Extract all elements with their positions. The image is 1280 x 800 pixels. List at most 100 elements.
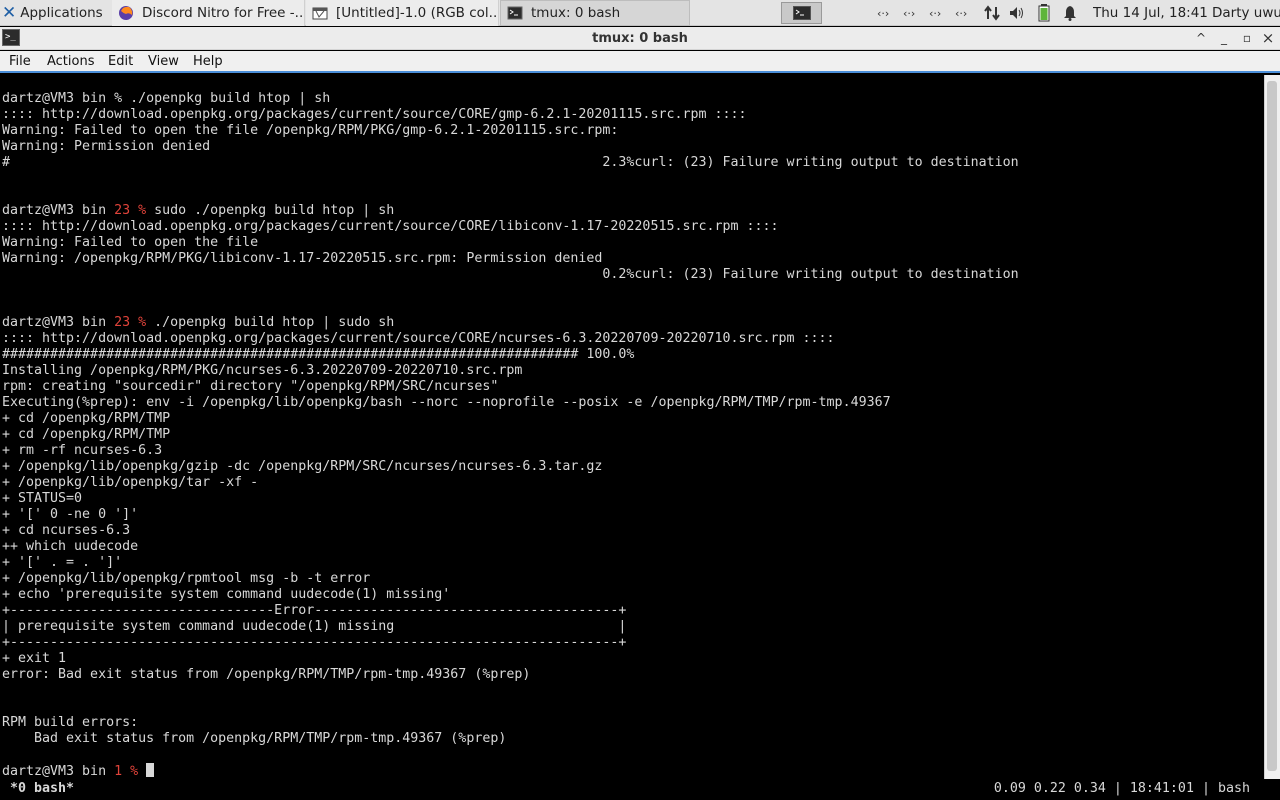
terminal-line: error: Bad exit status from /openpkg/RPM… [2,667,1019,683]
terminal-icon [507,6,523,20]
terminal-text: :::: http://download.openpkg.org/package… [2,107,747,122]
terminal-cursor [146,763,155,777]
scrollbar[interactable] [1264,75,1280,779]
terminal-text: Warning: Permission denied [2,139,211,154]
terminal-line: + /openpkg/lib/openpkg/rpmtool msg -b -t… [2,571,1019,587]
terminal-output[interactable]: dartz@VM3 bin % ./openpkg build htop | s… [0,75,1264,779]
terminal-line: + STATUS=0 [2,491,1019,507]
applications-label: Applications [20,5,103,21]
terminal-text: Executing(%prep): env -i /openpkg/lib/op… [2,395,891,410]
taskbar-item-label: tmux: 0 bash [531,5,621,21]
user-menu[interactable]: Darty uwu [1212,0,1280,26]
xfce-logo-icon: ✕ [2,3,17,23]
volume-icon[interactable] [1009,0,1025,26]
network-icon[interactable]: ‹·› [955,0,967,26]
clock[interactable]: Thu 14 Jul, 18:41 [1093,0,1208,26]
terminal-line: + /openpkg/lib/openpkg/tar -xf - [2,475,1019,491]
terminal-line: Warning: Failed to open the file [2,235,1019,251]
terminal-text: Warning: /openpkg/RPM/PKG/libiconv-1.17-… [2,251,603,266]
terminal-line: + cd /openpkg/RPM/TMP [2,411,1019,427]
terminal-line: Executing(%prep): env -i /openpkg/lib/op… [2,395,1019,411]
prompt-exit-status: 23 % [114,203,147,218]
terminal-line: + cd /openpkg/RPM/TMP [2,427,1019,443]
terminal-text: # 2.3%curl: (23) Failure writing output … [2,155,1019,170]
taskbar-item-tmux[interactable]: tmux: 0 bash [500,0,690,26]
menu-actions[interactable]: Actions [47,51,95,72]
terminal-text: + cd /openpkg/RPM/TMP [2,427,171,442]
window-title: tmux: 0 bash [592,31,688,46]
network-icon[interactable]: ‹·› [929,0,941,26]
terminal-line: + /openpkg/lib/openpkg/gzip -dc /openpkg… [2,459,1019,475]
terminal-lines: dartz@VM3 bin % ./openpkg build htop | s… [2,91,1019,779]
workspace-switcher[interactable] [781,2,822,24]
terminal-text: Bad exit status from /openpkg/RPM/TMP/rp… [2,731,507,746]
shade-button[interactable]: ^ [1191,27,1211,50]
notification-bell-icon[interactable] [1063,0,1077,26]
terminal-line: + cd ncurses-6.3 [2,523,1019,539]
tmux-window-list[interactable]: *0 bash* [10,779,74,798]
terminal-text: rpm: creating "sourcedir" directory "/op… [2,379,499,394]
menu-file[interactable]: File [9,51,31,72]
menubar: File Actions Edit View Help [0,51,1280,73]
terminal-line: :::: http://download.openpkg.org/package… [2,107,1019,123]
network-icon[interactable]: ‹·› [903,0,915,26]
battery-icon[interactable] [1038,0,1050,26]
menu-edit[interactable]: Edit [108,51,133,72]
terminal-text: dartz@VM3 bin [2,203,115,218]
terminal-text: + /openpkg/lib/openpkg/rpmtool msg -b -t… [2,571,371,586]
terminal-line: + echo 'prerequisite system command uude… [2,587,1019,603]
terminal-line: + '[' 0 -ne 0 ']' [2,507,1019,523]
terminal-line: RPM build errors: [2,715,1019,731]
terminal-text: + /openpkg/lib/openpkg/gzip -dc /openpkg… [2,459,603,474]
terminal-icon [792,6,811,20]
gimp-icon [312,7,328,20]
terminal-line: 0.2%curl: (23) Failure writing output to… [2,267,1019,283]
terminal-text: +---------------------------------Error-… [2,603,627,618]
minimize-button[interactable]: _ [1214,27,1234,50]
terminal-text: ++ which uudecode [2,539,139,554]
top-panel: ✕ Applications Discord Nitro for Free -.… [0,0,1280,26]
taskbar-item-discord[interactable]: Discord Nitro for Free -... [112,0,305,26]
maximize-button[interactable]: ▫ [1237,27,1257,50]
menu-view[interactable]: View [148,51,179,72]
menu-help[interactable]: Help [193,51,223,72]
terminal-text: + cd /openpkg/RPM/TMP [2,411,171,426]
terminal-text: :::: http://download.openpkg.org/package… [2,331,835,346]
terminal-line: Warning: /openpkg/RPM/PKG/libiconv-1.17-… [2,251,1019,267]
terminal-text: dartz@VM3 bin % ./openpkg build htop | s… [2,91,331,106]
terminal-line: Warning: Failed to open the file /openpk… [2,123,1019,139]
taskbar-item-label: [Untitled]-1.0 (RGB col... [336,5,499,21]
network-transfer-icon[interactable] [983,0,1001,26]
window-titlebar[interactable]: >_ tmux: 0 bash ^ _ ▫ × [0,27,1280,50]
terminal-line: Warning: Permission denied [2,139,1019,155]
terminal-text: 0.2%curl: (23) Failure writing output to… [2,267,1019,282]
applications-menu-button[interactable]: ✕ Applications [2,0,110,26]
terminal-line: Bad exit status from /openpkg/RPM/TMP/rp… [2,731,1019,747]
terminal-text: Warning: Failed to open the file [2,235,259,250]
terminal-text: ./openpkg build htop | sudo sh [146,315,395,330]
taskbar-item-gimp[interactable]: [Untitled]-1.0 (RGB col... [306,0,499,26]
close-button[interactable]: × [1258,27,1278,50]
scrollbar-thumb[interactable] [1267,81,1277,771]
tmux-status-bar: *0 bash* 0.09 0.22 0.34 | 18:41:01 | bas… [0,779,1280,800]
terminal-line: +---------------------------------------… [2,635,1019,651]
terminal-text: + STATUS=0 [2,491,83,506]
terminal-text: + '[' . = . ']' [2,555,123,570]
terminal-line: | prerequisite system command uudecode(1… [2,619,1019,635]
network-icon[interactable]: ‹·› [877,0,889,26]
terminal-text: + /openpkg/lib/openpkg/tar -xf - [2,475,259,490]
terminal-text: dartz@VM3 bin [2,764,115,779]
terminal-text: :::: http://download.openpkg.org/package… [2,219,779,234]
terminal-line: ++ which uudecode [2,539,1019,555]
terminal-line: dartz@VM3 bin 1 % [2,763,1019,779]
terminal-line: + exit 1 [2,651,1019,667]
terminal-line: # 2.3%curl: (23) Failure writing output … [2,155,1019,171]
terminal-text: + rm -rf ncurses-6.3 [2,443,163,458]
terminal-line: Installing /openpkg/RPM/PKG/ncurses-6.3.… [2,363,1019,379]
